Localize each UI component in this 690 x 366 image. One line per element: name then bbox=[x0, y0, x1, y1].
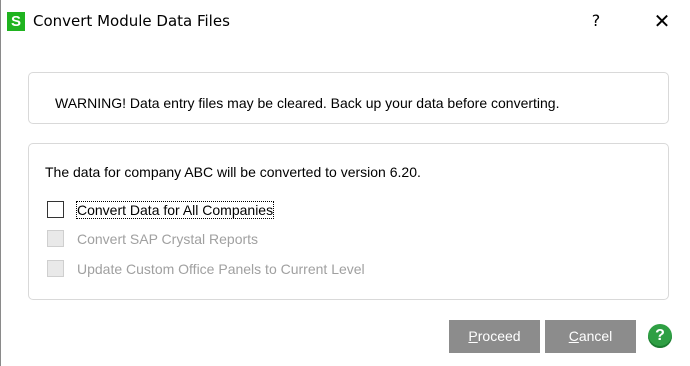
close-button[interactable]: ✕ bbox=[645, 9, 679, 35]
window-title: Convert Module Data Files bbox=[33, 12, 230, 30]
option-convert-crystal-reports: Convert SAP Crystal Reports bbox=[47, 230, 347, 250]
option-update-custom-office-panels: Update Custom Office Panels to Current L… bbox=[47, 260, 447, 280]
title-help-button[interactable]: ? bbox=[581, 11, 611, 33]
convert-all-companies-label[interactable]: Convert Data for All Companies bbox=[75, 201, 275, 219]
cancel-label-rest: ancel bbox=[578, 328, 613, 344]
warning-text: WARNING! Data entry files may be cleared… bbox=[55, 95, 560, 111]
cancel-accel: C bbox=[568, 328, 579, 344]
convert-crystal-reports-label: Convert SAP Crystal Reports bbox=[77, 231, 259, 247]
conversion-info-text: The data for company ABC will be convert… bbox=[45, 164, 421, 180]
dialog-window: S Convert Module Data Files ? ✕ WARNING!… bbox=[0, 0, 690, 366]
title-bar: S Convert Module Data Files ? ✕ bbox=[1, 0, 690, 44]
option-convert-all-companies[interactable]: Convert Data for All Companies bbox=[47, 201, 347, 221]
convert-crystal-reports-checkbox bbox=[47, 230, 64, 247]
cancel-button[interactable]: Cancel bbox=[545, 320, 636, 353]
options-panel: The data for company ABC will be convert… bbox=[28, 143, 669, 300]
help-icon[interactable]: ? bbox=[648, 324, 672, 348]
proceed-label-rest: roceed bbox=[477, 328, 521, 344]
proceed-button[interactable]: Proceed bbox=[449, 320, 540, 353]
warning-panel: WARNING! Data entry files may be cleared… bbox=[28, 72, 669, 124]
update-custom-office-panels-label: Update Custom Office Panels to Current L… bbox=[77, 261, 365, 277]
update-custom-office-panels-checkbox bbox=[47, 260, 64, 277]
proceed-accel: P bbox=[468, 328, 478, 344]
sage-app-icon: S bbox=[7, 12, 25, 31]
convert-all-companies-checkbox[interactable] bbox=[47, 201, 64, 218]
